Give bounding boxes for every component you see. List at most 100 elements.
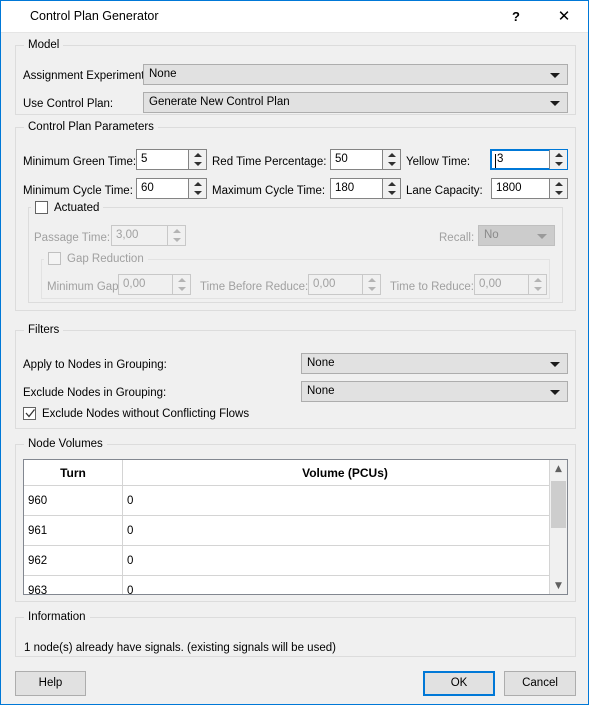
information-group-legend: Information: [24, 611, 90, 623]
assignment-experiment-label: Assignment Experiment:: [23, 70, 148, 82]
maximum-cycle-time-value: 180: [335, 182, 355, 194]
assignment-experiment-value: None: [149, 68, 177, 80]
lane-capacity-stepper[interactable]: [549, 179, 567, 198]
stepper-down-icon: [529, 285, 546, 295]
lane-capacity-value: 1800: [496, 182, 522, 194]
yellow-time-input[interactable]: 3: [490, 149, 568, 170]
minimum-cycle-time-input[interactable]: 60: [136, 178, 207, 199]
chevron-down-icon: [550, 101, 560, 106]
title-bar: Control Plan Generator ? ✕: [1, 1, 588, 33]
red-time-percentage-value: 50: [335, 153, 348, 165]
exclude-nodes-dropdown[interactable]: None: [301, 381, 568, 402]
gap-reduction-label: Gap Reduction: [67, 252, 144, 265]
table-row[interactable]: 961 0: [24, 515, 567, 546]
red-time-percentage-stepper[interactable]: [382, 150, 400, 169]
stepper-down-icon: [173, 285, 190, 295]
minimum-cycle-time-stepper[interactable]: [188, 179, 206, 198]
red-time-percentage-input[interactable]: 50: [330, 149, 401, 170]
recall-label: Recall:: [439, 232, 475, 244]
cell-volume: 0: [122, 485, 567, 516]
checkbox-box: [35, 201, 48, 214]
table-vertical-scrollbar[interactable]: ▲ ▼: [549, 460, 567, 594]
time-before-reduce-input: 0,00: [308, 274, 381, 295]
use-control-plan-dropdown[interactable]: Generate New Control Plan: [143, 92, 568, 113]
help-button[interactable]: Help: [15, 671, 86, 696]
close-icon[interactable]: ✕: [541, 1, 587, 31]
text-caret: [495, 154, 496, 168]
actuated-label: Actuated: [54, 201, 100, 214]
chevron-down-icon: [550, 390, 560, 395]
stepper-down-icon[interactable]: [383, 189, 400, 199]
time-before-reduce-stepper: [362, 275, 380, 294]
parameters-group-legend: Control Plan Parameters: [24, 121, 158, 133]
column-header-volume: Volume (PCUs): [122, 460, 567, 486]
chevron-down-icon: [550, 73, 560, 78]
recall-value: No: [484, 229, 499, 241]
use-control-plan-label: Use Control Plan:: [23, 98, 114, 110]
maximum-cycle-time-label: Maximum Cycle Time:: [212, 185, 326, 197]
stepper-up-icon: [363, 275, 380, 285]
lane-capacity-input[interactable]: 1800: [491, 178, 568, 199]
table-row[interactable]: 963 0: [24, 575, 567, 594]
stepper-up-icon[interactable]: [383, 150, 400, 160]
minimum-gap-input: 0,00: [118, 274, 191, 295]
checkbox-box: [23, 407, 36, 420]
passage-time-stepper: [167, 226, 185, 245]
minimum-green-time-input[interactable]: 5: [136, 149, 207, 170]
yellow-time-label: Yellow Time:: [406, 156, 471, 168]
assignment-experiment-dropdown[interactable]: None: [143, 64, 568, 85]
help-icon[interactable]: ?: [493, 1, 539, 31]
yellow-time-stepper[interactable]: [549, 150, 567, 169]
apply-to-nodes-dropdown[interactable]: None: [301, 353, 568, 374]
cell-turn: 962: [24, 545, 123, 576]
chevron-down-icon: [537, 234, 547, 239]
node-volumes-group-legend: Node Volumes: [24, 438, 107, 450]
filters-group-legend: Filters: [24, 324, 64, 336]
exclude-without-conflicting-flows-checkbox[interactable]: Exclude Nodes without Conflicting Flows: [23, 407, 249, 420]
passage-time-label: Passage Time:: [34, 232, 111, 244]
actuated-checkbox[interactable]: Actuated: [31, 201, 104, 214]
scrollbar-thumb[interactable]: [551, 481, 566, 528]
stepper-up-icon: [173, 275, 190, 285]
minimum-green-time-stepper[interactable]: [188, 150, 206, 169]
checkmark-icon: [25, 409, 36, 418]
exclude-nodes-value: None: [307, 385, 335, 397]
stepper-down-icon: [168, 236, 185, 246]
time-before-reduce-value: 0,00: [313, 278, 336, 290]
chevron-down-icon: [550, 362, 560, 367]
passage-time-value: 3,00: [116, 229, 139, 241]
table-row[interactable]: 960 0: [24, 485, 567, 516]
node-volumes-table[interactable]: Turn Volume (PCUs) 960 0 961 0 962 0 963…: [23, 459, 568, 595]
maximum-cycle-time-stepper[interactable]: [382, 179, 400, 198]
stepper-up-icon[interactable]: [189, 179, 206, 189]
passage-time-input: 3,00: [111, 225, 186, 246]
stepper-down-icon[interactable]: [189, 189, 206, 199]
minimum-gap-stepper: [172, 275, 190, 294]
checkbox-box: [48, 252, 61, 265]
chevron-down-icon[interactable]: ▼: [550, 577, 567, 594]
minimum-green-time-value: 5: [141, 153, 148, 165]
time-to-reduce-label: Time to Reduce:: [390, 281, 474, 293]
table-row[interactable]: 962 0: [24, 545, 567, 576]
stepper-down-icon[interactable]: [383, 160, 400, 170]
cell-volume: 0: [122, 545, 567, 576]
stepper-up-icon[interactable]: [550, 179, 567, 189]
chevron-up-icon[interactable]: ▲: [550, 460, 567, 477]
stepper-down-icon[interactable]: [189, 160, 206, 170]
control-plan-generator-dialog: Control Plan Generator ? ✕ Model Assignm…: [0, 0, 589, 705]
cancel-button[interactable]: Cancel: [504, 671, 576, 696]
recall-dropdown: No: [478, 225, 555, 246]
model-group-legend: Model: [24, 39, 64, 51]
stepper-down-icon[interactable]: [550, 189, 567, 199]
ok-button[interactable]: OK: [423, 671, 495, 696]
stepper-down-icon[interactable]: [550, 160, 567, 170]
window-title: Control Plan Generator: [30, 9, 159, 23]
maximum-cycle-time-input[interactable]: 180: [330, 178, 401, 199]
minimum-gap-value: 0,00: [123, 278, 146, 290]
stepper-up-icon[interactable]: [189, 150, 206, 160]
stepper-up-icon: [529, 275, 546, 285]
minimum-cycle-time-label: Minimum Cycle Time:: [23, 185, 133, 197]
stepper-up-icon[interactable]: [383, 179, 400, 189]
stepper-up-icon[interactable]: [550, 150, 567, 160]
apply-to-nodes-label: Apply to Nodes in Grouping:: [23, 359, 167, 371]
